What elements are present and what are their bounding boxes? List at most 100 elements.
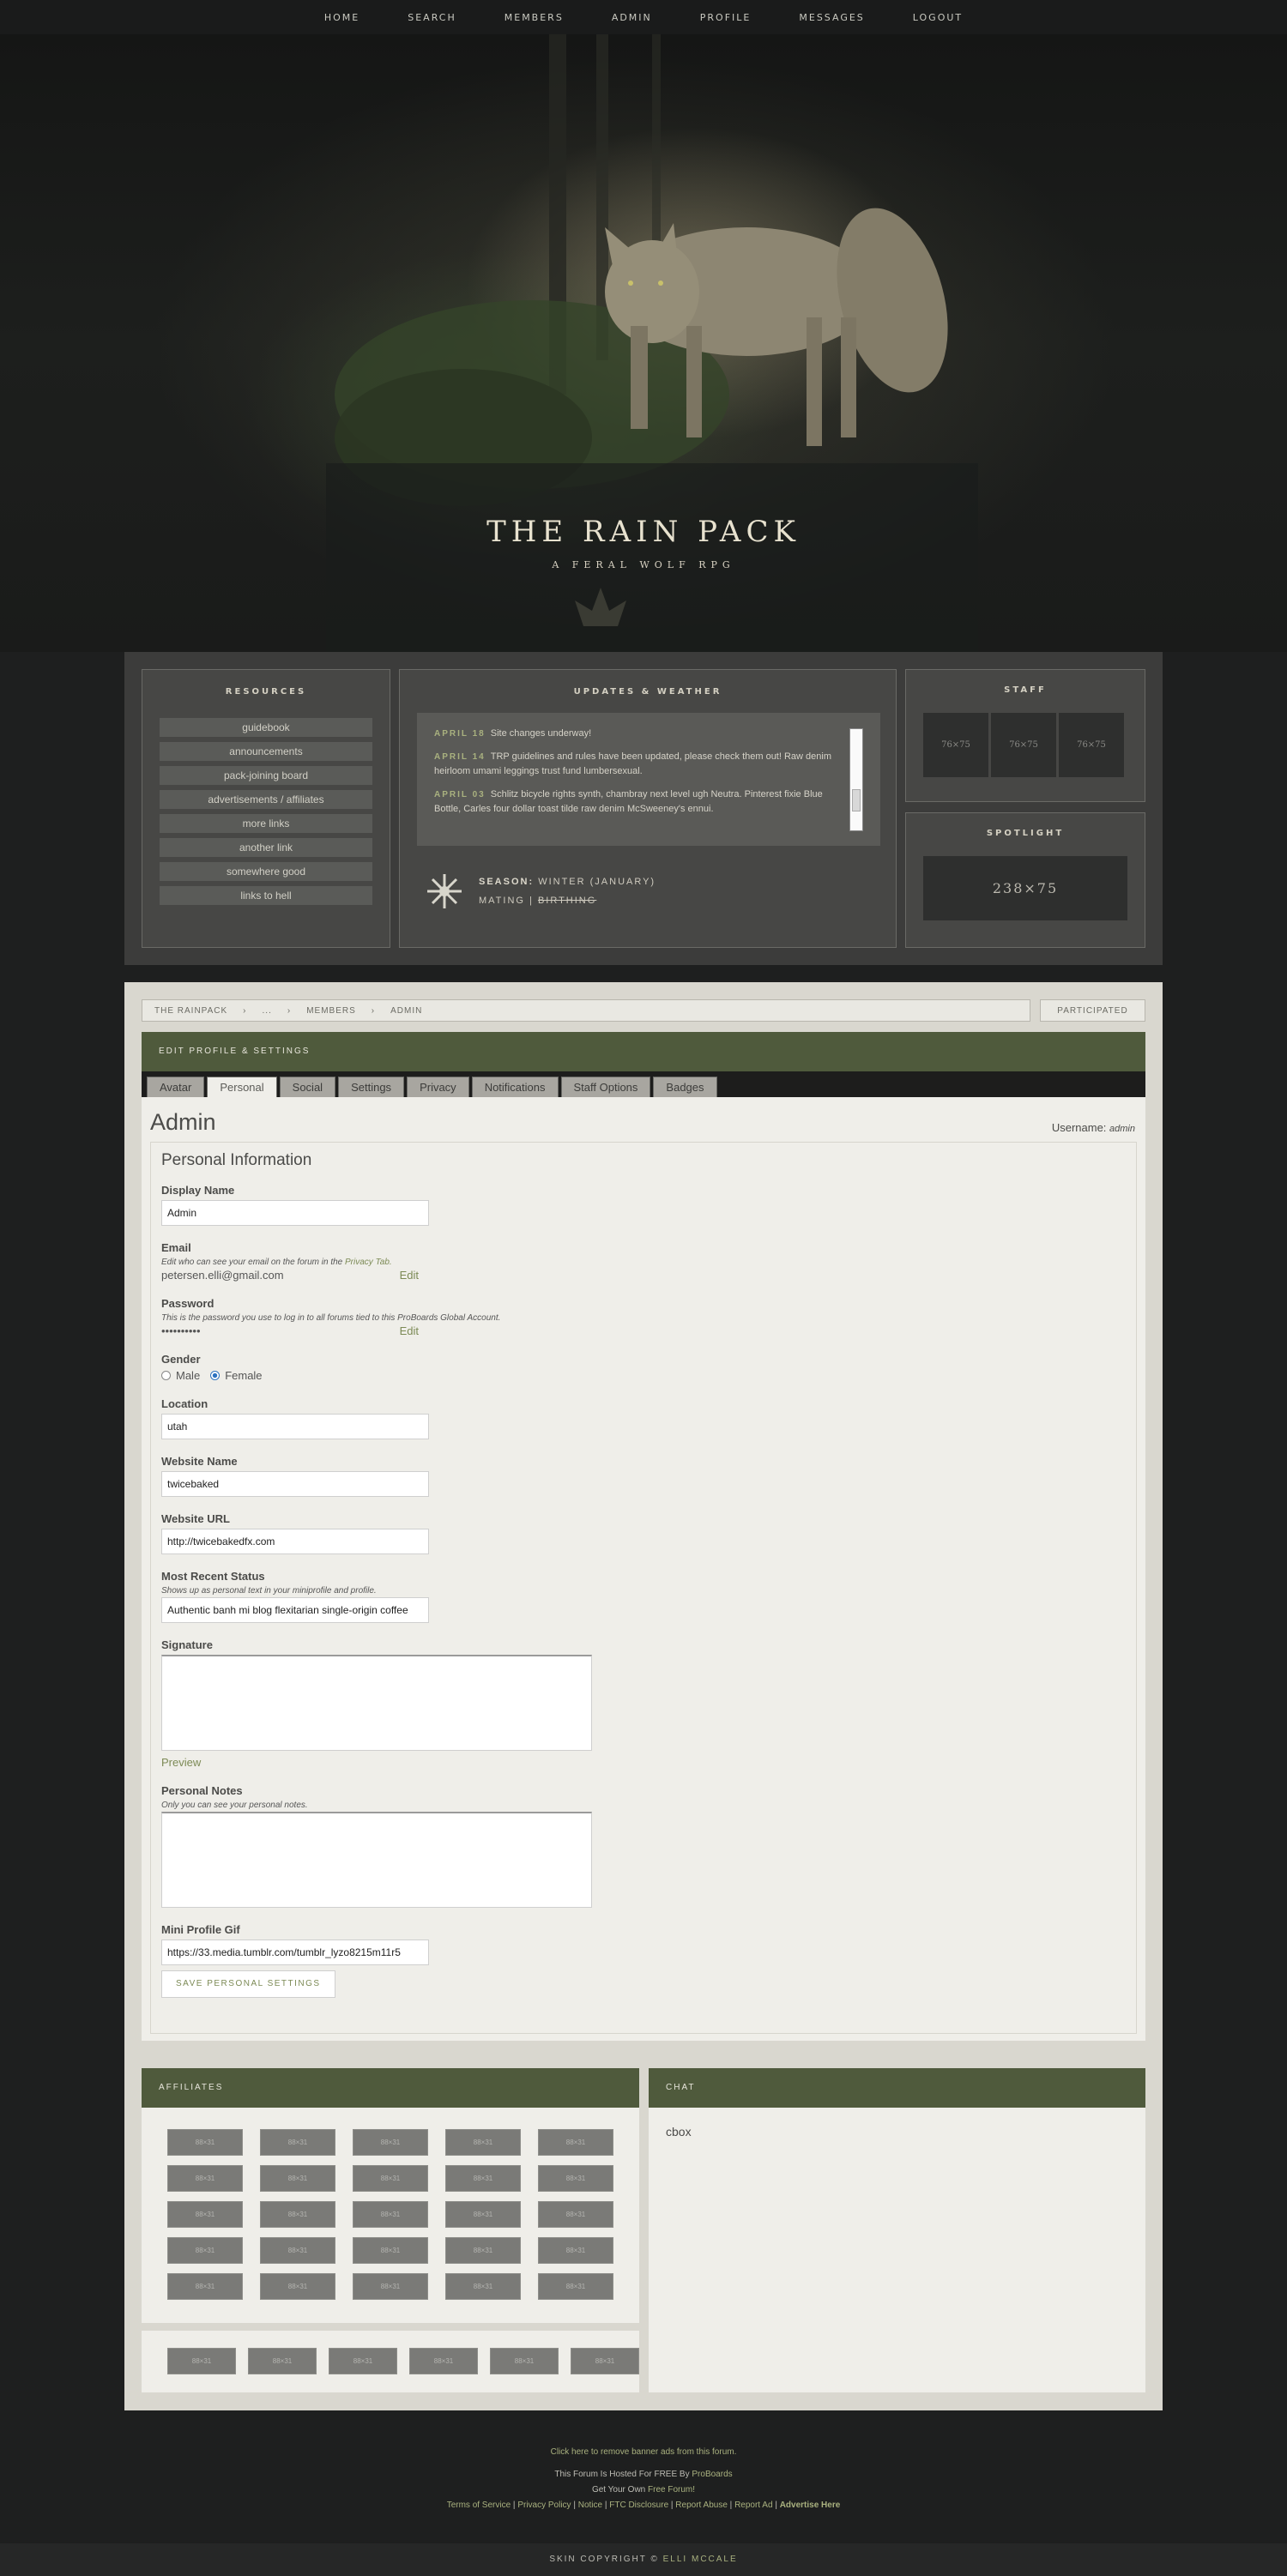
signature-textarea[interactable] — [161, 1655, 592, 1751]
affiliate-button[interactable]: 88×31 — [445, 2129, 521, 2156]
location-input[interactable]: utah — [161, 1414, 429, 1439]
nav-search[interactable]: SEARCH — [384, 12, 480, 23]
participated-button[interactable]: PARTICIPATED — [1040, 999, 1145, 1022]
footer-link-ftc[interactable]: FTC Disclosure — [609, 2501, 668, 2510]
tab-staff-options[interactable]: Staff Options — [560, 1077, 651, 1097]
resource-link[interactable]: guidebook — [160, 718, 372, 737]
save-personal-settings-button[interactable]: SAVE PERSONAL SETTINGS — [161, 1970, 335, 1998]
website-name-input[interactable]: twicebaked — [161, 1471, 429, 1497]
page-title: Admin — [150, 1109, 216, 1135]
affiliate-button[interactable]: 88×31 — [260, 2129, 335, 2156]
email-edit-link[interactable]: Edit — [400, 1269, 419, 1282]
password-edit-link[interactable]: Edit — [400, 1324, 419, 1337]
affiliate-button[interactable]: 88×31 — [409, 2348, 478, 2374]
copyright-author-link[interactable]: ELLI MCCALE — [663, 2555, 738, 2564]
website-url-input[interactable]: http://twicebakedfx.com — [161, 1529, 429, 1554]
affiliate-button[interactable]: 88×31 — [571, 2348, 639, 2374]
affiliate-button[interactable]: 88×31 — [353, 2201, 428, 2228]
tab-settings[interactable]: Settings — [338, 1077, 405, 1097]
affiliate-button[interactable]: 88×31 — [248, 2348, 317, 2374]
scrollbar-thumb[interactable] — [852, 789, 861, 811]
personal-notes-textarea[interactable] — [161, 1812, 592, 1908]
breadcrumb-item[interactable]: ... — [263, 1006, 272, 1016]
affiliate-button[interactable]: 88×31 — [353, 2129, 428, 2156]
affiliate-button[interactable]: 88×31 — [538, 2201, 613, 2228]
proboards-link[interactable]: ProBoards — [692, 2470, 732, 2479]
affiliate-button[interactable]: 88×31 — [538, 2165, 613, 2192]
tab-badges[interactable]: Badges — [653, 1077, 717, 1097]
affiliate-button[interactable]: 88×31 — [167, 2129, 243, 2156]
update-text: Schlitz bicycle rights synth, chambray n… — [434, 789, 823, 814]
email-desc-text: Edit who can see your email on the forum… — [161, 1258, 343, 1267]
female-radio[interactable] — [210, 1371, 221, 1380]
affiliate-button[interactable]: 88×31 — [260, 2237, 335, 2264]
footer-link-advertise[interactable]: Advertise Here — [780, 2501, 841, 2510]
tab-privacy[interactable]: Privacy — [407, 1077, 469, 1097]
updates-scrollbar[interactable] — [849, 728, 863, 831]
breadcrumb-item[interactable]: MEMBERS — [306, 1006, 356, 1016]
affiliate-button[interactable]: 88×31 — [445, 2201, 521, 2228]
resource-link[interactable]: links to hell — [160, 886, 372, 905]
free-forum-link[interactable]: Free Forum! — [648, 2485, 695, 2495]
tab-social[interactable]: Social — [279, 1077, 336, 1097]
affiliate-button[interactable]: 88×31 — [167, 2237, 243, 2264]
affiliate-button[interactable]: 88×31 — [260, 2201, 335, 2228]
mini-profile-gif-input[interactable]: https://33.media.tumblr.com/tumblr_lyzo8… — [161, 1940, 429, 1965]
staff-avatar[interactable]: 76×75 — [923, 713, 988, 777]
staff-avatar[interactable]: 76×75 — [1059, 713, 1124, 777]
breadcrumb-item[interactable]: THE RAINPACK — [154, 1006, 227, 1016]
affiliate-button[interactable]: 88×31 — [167, 2165, 243, 2192]
nav-home[interactable]: HOME — [300, 12, 384, 23]
remove-ads-link[interactable]: Click here to remove banner ads from thi… — [551, 2447, 737, 2457]
tab-personal[interactable]: Personal — [207, 1077, 277, 1097]
affiliate-button[interactable]: 88×31 — [538, 2273, 613, 2300]
footer-link-tos[interactable]: Terms of Service — [447, 2501, 511, 2510]
breadcrumb-item[interactable]: ADMIN — [390, 1006, 422, 1016]
resource-link[interactable]: announcements — [160, 742, 372, 761]
mini-profile-gif-label: Mini Profile Gif — [161, 1923, 240, 1936]
status-input[interactable]: Authentic banh mi blog flexitarian singl… — [161, 1597, 429, 1623]
nav-admin[interactable]: ADMIN — [588, 12, 676, 23]
affiliate-button[interactable]: 88×31 — [490, 2348, 559, 2374]
affiliate-button[interactable]: 88×31 — [260, 2165, 335, 2192]
display-name-input[interactable]: Admin — [161, 1200, 429, 1226]
affiliate-button[interactable]: 88×31 — [445, 2237, 521, 2264]
affiliate-button[interactable]: 88×31 — [445, 2273, 521, 2300]
affiliate-button[interactable]: 88×31 — [538, 2237, 613, 2264]
footer-link-report-abuse[interactable]: Report Abuse — [675, 2501, 728, 2510]
resource-link[interactable]: another link — [160, 838, 372, 857]
tab-notifications[interactable]: Notifications — [471, 1077, 559, 1097]
footer-link-report-ad[interactable]: Report Ad — [734, 2501, 772, 2510]
signature-preview-link[interactable]: Preview — [161, 1756, 1126, 1769]
affiliate-button[interactable]: 88×31 — [538, 2129, 613, 2156]
affiliate-button[interactable]: 88×31 — [167, 2273, 243, 2300]
staff-avatar[interactable]: 76×75 — [991, 713, 1056, 777]
edit-profile-header: EDIT PROFILE & SETTINGS — [142, 1032, 1145, 1071]
affiliate-button[interactable]: 88×31 — [353, 2237, 428, 2264]
affiliate-button[interactable]: 88×31 — [167, 2201, 243, 2228]
resources-box: RESOURCES guidebook announcements pack-j… — [142, 669, 390, 948]
male-radio[interactable] — [161, 1371, 171, 1380]
affiliate-button[interactable]: 88×31 — [167, 2348, 236, 2374]
resource-link[interactable]: advertisements / affiliates — [160, 790, 372, 809]
resource-link[interactable]: pack-joining board — [160, 766, 372, 785]
nav-logout[interactable]: LOGOUT — [889, 12, 987, 23]
resource-link[interactable]: more links — [160, 814, 372, 833]
privacy-tab-link[interactable]: Privacy Tab. — [345, 1258, 392, 1267]
nav-messages[interactable]: MESSAGES — [775, 12, 888, 23]
chat-box[interactable]: cbox — [649, 2108, 1145, 2156]
breadcrumb-separator: › — [243, 1005, 247, 1016]
nav-members[interactable]: MEMBERS — [480, 12, 588, 23]
resource-link[interactable]: somewhere good — [160, 862, 372, 881]
affiliate-button[interactable]: 88×31 — [353, 2273, 428, 2300]
footer-link-notice[interactable]: Notice — [578, 2501, 602, 2510]
footer-link-privacy[interactable]: Privacy Policy — [517, 2501, 571, 2510]
chat-panel: CHAT cbox — [649, 2068, 1145, 2392]
nav-profile[interactable]: PROFILE — [676, 12, 776, 23]
affiliate-button[interactable]: 88×31 — [445, 2165, 521, 2192]
affiliate-button[interactable]: 88×31 — [329, 2348, 397, 2374]
affiliate-button[interactable]: 88×31 — [353, 2165, 428, 2192]
affiliate-button[interactable]: 88×31 — [260, 2273, 335, 2300]
tab-avatar[interactable]: Avatar — [147, 1077, 205, 1097]
spotlight-image[interactable]: 238×75 — [923, 856, 1127, 920]
